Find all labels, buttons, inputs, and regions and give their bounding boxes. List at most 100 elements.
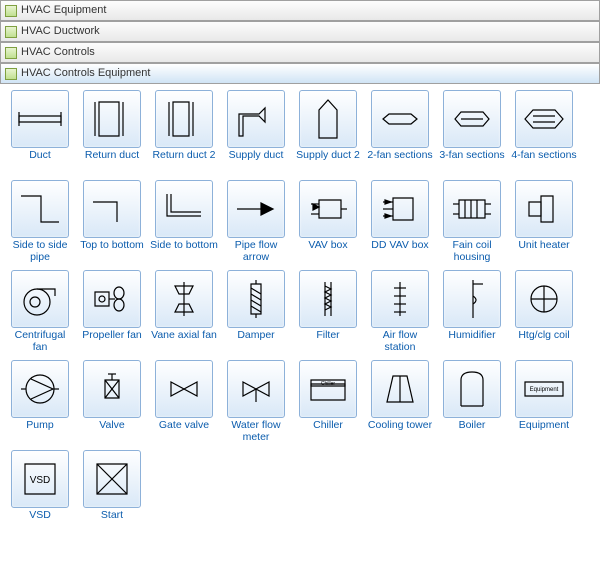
stencil-boiler[interactable]: Boiler	[438, 360, 506, 444]
stencil-supply-duct-2[interactable]: Supply duct 2	[294, 90, 362, 174]
stencil-label: Unit heater	[510, 240, 578, 264]
stencil-return-duct-2[interactable]: Return duct 2	[150, 90, 218, 174]
svg-text:Chiller: Chiller	[321, 381, 336, 387]
stencil-label: 3-fan sections	[438, 150, 506, 174]
stencil-dd-vav-box[interactable]: DD VAV box	[366, 180, 434, 264]
stencil-centrifugal-fan[interactable]: Centrifugal fan	[6, 270, 74, 354]
stencil-label: Start	[78, 510, 146, 534]
stencil-water-flow-meter[interactable]: Water flow meter	[222, 360, 290, 444]
stencil-air-flow-station[interactable]: Air flow station	[366, 270, 434, 354]
category-label: HVAC Controls	[21, 43, 95, 62]
filter-icon	[299, 270, 357, 328]
stencil-htg-clg-coil[interactable]: Htg/clg coil	[510, 270, 578, 354]
valve-icon	[83, 360, 141, 418]
category-icon	[5, 26, 17, 38]
category-icon	[5, 68, 17, 80]
stencil-label: Damper	[222, 330, 290, 354]
stencil-label: Valve	[78, 420, 146, 444]
stencil-label: VSD	[6, 510, 74, 534]
stencil-vsd[interactable]: VSD VSD	[6, 450, 74, 534]
category-icon	[5, 5, 17, 17]
stencil-top-to-bottom[interactable]: Top to bottom	[78, 180, 146, 264]
cooling-tower-icon	[371, 360, 429, 418]
stencil-valve[interactable]: Valve	[78, 360, 146, 444]
stencil-pipe-flow-arrow[interactable]: Pipe flow arrow	[222, 180, 290, 264]
stencil-label: 2-fan sections	[366, 150, 434, 174]
stencil-label: VAV box	[294, 240, 362, 264]
return-duct-2-icon	[155, 90, 213, 148]
stencil-side-to-side-pipe[interactable]: Side to side pipe	[6, 180, 74, 264]
svg-text:Equipment: Equipment	[530, 387, 559, 393]
stencil-chiller[interactable]: Chiller Chiller	[294, 360, 362, 444]
svg-text:VSD: VSD	[30, 475, 51, 486]
category-2[interactable]: HVAC Controls	[0, 42, 600, 63]
stencil-grid: DuctReturn ductReturn duct 2Supply ductS…	[0, 84, 600, 540]
duct-icon	[11, 90, 69, 148]
stencil-propeller-fan[interactable]: Propeller fan	[78, 270, 146, 354]
stencil-label: Equipment	[510, 420, 578, 444]
stencil-label: Humidifier	[438, 330, 506, 354]
centrifugal-fan-icon	[11, 270, 69, 328]
stencil-equipment[interactable]: Equipment Equipment	[510, 360, 578, 444]
htg-clg-coil-icon	[515, 270, 573, 328]
category-icon	[5, 47, 17, 59]
gate-valve-icon	[155, 360, 213, 418]
stencil-panel: HVAC Equipment HVAC Ductwork HVAC Controls…	[0, 0, 600, 540]
stencil-label: Centrifugal fan	[6, 330, 74, 354]
pump-icon	[11, 360, 69, 418]
vav-box-icon	[299, 180, 357, 238]
stencil-supply-duct[interactable]: Supply duct	[222, 90, 290, 174]
water-flow-meter-icon	[227, 360, 285, 418]
propeller-fan-icon	[83, 270, 141, 328]
category-label: HVAC Controls Equipment	[21, 64, 150, 83]
stencil-label: Supply duct	[222, 150, 290, 174]
stencil-label: Side to side pipe	[6, 240, 74, 264]
stencil-label: Cooling tower	[366, 420, 434, 444]
category-0[interactable]: HVAC Equipment	[0, 0, 600, 21]
stencil-pump[interactable]: Pump	[6, 360, 74, 444]
side-to-side-pipe-icon	[11, 180, 69, 238]
stencil-start[interactable]: Start	[78, 450, 146, 534]
category-label: HVAC Ductwork	[21, 22, 100, 41]
vane-axial-fan-icon	[155, 270, 213, 328]
stencil-gate-valve[interactable]: Gate valve	[150, 360, 218, 444]
stencil-label: Return duct 2	[150, 150, 218, 174]
stencil-vav-box[interactable]: VAV box	[294, 180, 362, 264]
stencil-damper[interactable]: Damper	[222, 270, 290, 354]
stencil-duct[interactable]: Duct	[6, 90, 74, 174]
stencil-return-duct[interactable]: Return duct	[78, 90, 146, 174]
return-duct-icon	[83, 90, 141, 148]
stencil-label: Gate valve	[150, 420, 218, 444]
stencil-label: Chiller	[294, 420, 362, 444]
fan-coil-housing-icon	[443, 180, 501, 238]
stencil-label: 4-fan sections	[510, 150, 578, 174]
stencil-2-fan-sections[interactable]: 2-fan sections	[366, 90, 434, 174]
stencil-label: Filter	[294, 330, 362, 354]
boiler-icon	[443, 360, 501, 418]
category-label: HVAC Equipment	[21, 1, 106, 20]
stencil-unit-heater[interactable]: Unit heater	[510, 180, 578, 264]
pipe-flow-arrow-icon	[227, 180, 285, 238]
stencil-filter[interactable]: Filter	[294, 270, 362, 354]
stencil-cooling-tower[interactable]: Cooling tower	[366, 360, 434, 444]
side-to-bottom-icon	[155, 180, 213, 238]
stencil-label: Vane axial fan	[150, 330, 218, 354]
stencil-fan-coil-housing[interactable]: Fain coil housing	[438, 180, 506, 264]
category-3[interactable]: HVAC Controls Equipment	[0, 63, 600, 84]
stencil-label: Duct	[6, 150, 74, 174]
top-to-bottom-icon	[83, 180, 141, 238]
stencil-label: Water flow meter	[222, 420, 290, 444]
stencil-label: Return duct	[78, 150, 146, 174]
stencil-label: Propeller fan	[78, 330, 146, 354]
stencil-vane-axial-fan[interactable]: Vane axial fan	[150, 270, 218, 354]
stencil-label: Supply duct 2	[294, 150, 362, 174]
stencil-humidifier[interactable]: Humidifier	[438, 270, 506, 354]
category-1[interactable]: HVAC Ductwork	[0, 21, 600, 42]
unit-heater-icon	[515, 180, 573, 238]
stencil-4-fan-sections[interactable]: 4-fan sections	[510, 90, 578, 174]
stencil-label: Fain coil housing	[438, 240, 506, 264]
stencil-3-fan-sections[interactable]: 3-fan sections	[438, 90, 506, 174]
2-fan-sections-icon	[371, 90, 429, 148]
humidifier-icon	[443, 270, 501, 328]
stencil-side-to-bottom[interactable]: Side to bottom	[150, 180, 218, 264]
